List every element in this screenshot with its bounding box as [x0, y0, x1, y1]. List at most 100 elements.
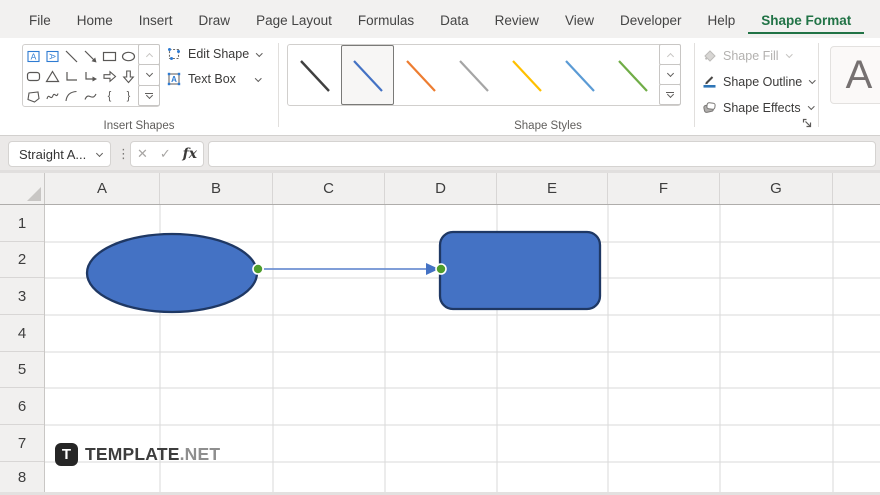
- rounded-rectangle-icon[interactable]: [24, 66, 43, 86]
- tab-shape-format[interactable]: Shape Format: [748, 4, 865, 35]
- connector-start-endpoint[interactable]: [252, 263, 264, 275]
- group-divider: [818, 43, 819, 127]
- column-header-g[interactable]: G: [720, 173, 833, 204]
- block-arrow-down-icon[interactable]: [119, 66, 138, 86]
- text-box-button[interactable]: A Text Box: [166, 71, 262, 87]
- name-box-value: Straight A...: [19, 146, 87, 162]
- line-arrow-icon[interactable]: [81, 46, 100, 66]
- left-brace-icon[interactable]: {: [100, 86, 119, 106]
- row-header-6[interactable]: 6: [0, 388, 44, 425]
- edit-shape-label: Edit Shape: [188, 47, 250, 61]
- right-brace-icon[interactable]: }: [119, 86, 138, 106]
- row-header-1[interactable]: 1: [0, 205, 44, 242]
- row-header-7[interactable]: 7: [0, 425, 44, 462]
- styles-scroll-up-button[interactable]: [659, 44, 681, 65]
- edit-shape-icon: [166, 46, 182, 62]
- oval-shape[interactable]: [85, 232, 259, 314]
- styles-scroll-down-button[interactable]: [659, 64, 681, 85]
- column-header-h-partial[interactable]: [833, 173, 880, 204]
- row-header-5[interactable]: 5: [0, 352, 44, 388]
- tab-draw[interactable]: Draw: [186, 4, 244, 35]
- column-headers: A B C D E F G: [0, 173, 880, 205]
- insert-function-icon[interactable]: fx: [183, 146, 197, 162]
- shape-styles-gallery: [287, 44, 681, 106]
- tab-review[interactable]: Review: [482, 4, 552, 35]
- shape-style-orange[interactable]: [394, 45, 447, 105]
- column-header-f[interactable]: F: [608, 173, 720, 204]
- shape-effects-icon: [702, 100, 717, 115]
- elbow-connector-icon[interactable]: [62, 66, 81, 86]
- wordart-letter: A: [845, 52, 873, 97]
- formula-input[interactable]: [208, 141, 876, 167]
- gallery-scroll-up-button[interactable]: [138, 44, 160, 66]
- rounded-rectangle-shape[interactable]: [438, 230, 602, 311]
- row-header-4[interactable]: 4: [0, 315, 44, 352]
- enter-icon[interactable]: ✓: [160, 146, 171, 162]
- column-header-a[interactable]: A: [45, 173, 160, 204]
- block-arrow-right-icon[interactable]: [100, 66, 119, 86]
- vertical-text-box-icon[interactable]: A: [43, 46, 62, 66]
- column-header-b[interactable]: B: [160, 173, 273, 204]
- shape-style-tiles: [288, 45, 659, 105]
- shape-outline-button[interactable]: Shape Outline: [702, 74, 816, 89]
- row-header-3[interactable]: 3: [0, 278, 44, 315]
- shape-styles-scroll: [659, 44, 681, 105]
- shape-effects-button[interactable]: Shape Effects: [702, 100, 815, 115]
- insert-shapes-grid: A A { }: [23, 45, 138, 106]
- chevron-down-icon: [809, 77, 816, 84]
- tab-data[interactable]: Data: [427, 4, 482, 35]
- shape-fill-button: Shape Fill: [702, 48, 793, 63]
- scribble-icon[interactable]: [43, 86, 62, 106]
- gallery-more-button[interactable]: [138, 84, 160, 106]
- column-header-d[interactable]: D: [385, 173, 497, 204]
- name-box[interactable]: Straight A...: [8, 141, 111, 167]
- tab-view[interactable]: View: [552, 4, 607, 35]
- row-header-8[interactable]: 8: [0, 462, 44, 492]
- formula-buttons: ✕ ✓ fx: [130, 141, 204, 167]
- shape-fill-label: Shape Fill: [723, 48, 779, 63]
- rectangle-icon[interactable]: [100, 46, 119, 66]
- chevron-down-icon: [256, 49, 263, 57]
- template-net-watermark: T TEMPLATE .NET: [55, 443, 220, 466]
- tab-help[interactable]: Help: [695, 4, 749, 35]
- select-all-button[interactable]: [0, 173, 45, 204]
- text-box-icon[interactable]: A: [24, 46, 43, 66]
- tab-insert[interactable]: Insert: [126, 4, 186, 35]
- wordart-style-preview[interactable]: A: [830, 46, 880, 104]
- text-box-button-icon: A: [166, 71, 182, 87]
- elbow-arrow-connector-icon[interactable]: [81, 66, 100, 86]
- shape-style-green[interactable]: [606, 45, 659, 105]
- column-header-e[interactable]: E: [497, 173, 608, 204]
- svg-text:A: A: [31, 51, 37, 61]
- tab-home[interactable]: Home: [64, 4, 126, 35]
- tab-formulas[interactable]: Formulas: [345, 4, 427, 35]
- gallery-scroll-down-button[interactable]: [138, 64, 160, 86]
- menu-bar: File Home Insert Draw Page Layout Formul…: [0, 0, 880, 38]
- arc-icon[interactable]: [62, 86, 81, 106]
- tab-file[interactable]: File: [16, 4, 64, 35]
- shape-style-light-blue[interactable]: [553, 45, 606, 105]
- shape-style-black[interactable]: [288, 45, 341, 105]
- shape-style-gold[interactable]: [500, 45, 553, 105]
- triangle-icon[interactable]: [43, 66, 62, 86]
- styles-more-button[interactable]: [659, 84, 681, 105]
- freeform-icon[interactable]: [24, 86, 43, 106]
- row-headers: 1 2 3 4 5 6 7 8: [0, 205, 45, 492]
- column-header-c[interactable]: C: [273, 173, 385, 204]
- line-icon[interactable]: [62, 46, 81, 66]
- shape-style-blue-selected[interactable]: [341, 45, 394, 105]
- cancel-icon[interactable]: ✕: [137, 146, 148, 162]
- tab-developer[interactable]: Developer: [607, 4, 695, 35]
- watermark-name: TEMPLATE: [85, 444, 180, 464]
- edit-shape-button[interactable]: Edit Shape: [166, 46, 263, 62]
- worksheet[interactable]: 1 2 3 4 5 6 7 8 T TEMPLATE .NET: [0, 205, 880, 492]
- row-header-2[interactable]: 2: [0, 242, 44, 278]
- shape-style-gray[interactable]: [447, 45, 500, 105]
- tab-page-layout[interactable]: Page Layout: [243, 4, 345, 35]
- curve-icon[interactable]: [81, 86, 100, 106]
- shape-styles-dialog-launcher-icon[interactable]: [800, 116, 814, 130]
- svg-text:A: A: [171, 75, 177, 84]
- group-divider: [278, 43, 279, 127]
- oval-icon[interactable]: [119, 46, 138, 66]
- connector-end-endpoint[interactable]: [435, 263, 447, 275]
